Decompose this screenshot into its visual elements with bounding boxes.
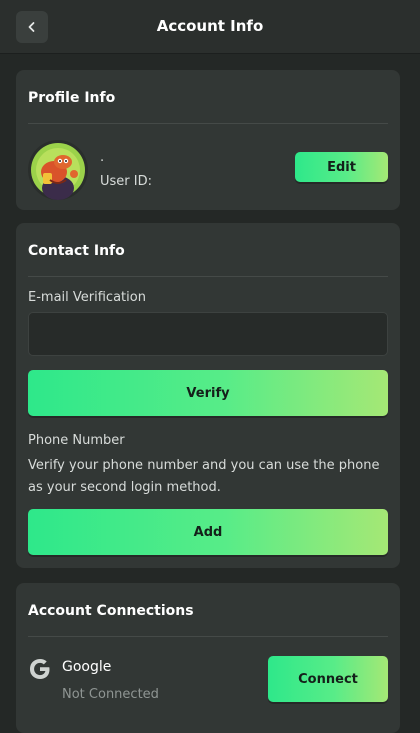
top-bar: Account Info: [0, 0, 420, 54]
divider: [28, 636, 388, 637]
account-connections-title: Account Connections: [28, 603, 194, 619]
profile-info-title: Profile Info: [28, 90, 116, 106]
user-name: .: [100, 150, 105, 165]
email-verification-label: E-mail Verification: [28, 290, 146, 305]
phone-description: Verify your phone number and you can use…: [28, 458, 380, 495]
profile-info-card: Profile Info . User ID: Edit: [16, 70, 400, 210]
add-phone-button[interactable]: Add: [28, 509, 388, 555]
google-status: Not Connected: [62, 687, 159, 702]
page-title: Account Info: [156, 17, 264, 35]
edit-button[interactable]: Edit: [295, 152, 388, 182]
google-icon: [30, 659, 50, 679]
email-field[interactable]: [28, 312, 388, 356]
avatar: [28, 140, 88, 200]
account-connections-card: Account Connections Google Not Connected…: [16, 583, 400, 733]
divider: [28, 276, 388, 277]
contact-info-card: Contact Info E-mail Verification Verify …: [16, 223, 400, 568]
user-id-label: User ID:: [100, 174, 152, 189]
google-connect-button[interactable]: Connect: [268, 656, 388, 702]
contact-info-title: Contact Info: [28, 243, 125, 259]
verify-button[interactable]: Verify: [28, 370, 388, 416]
divider: [28, 123, 388, 124]
google-label: Google: [62, 659, 112, 675]
avatar-character-icon: [29, 141, 87, 200]
phone-number-label: Phone Number: [28, 433, 125, 448]
